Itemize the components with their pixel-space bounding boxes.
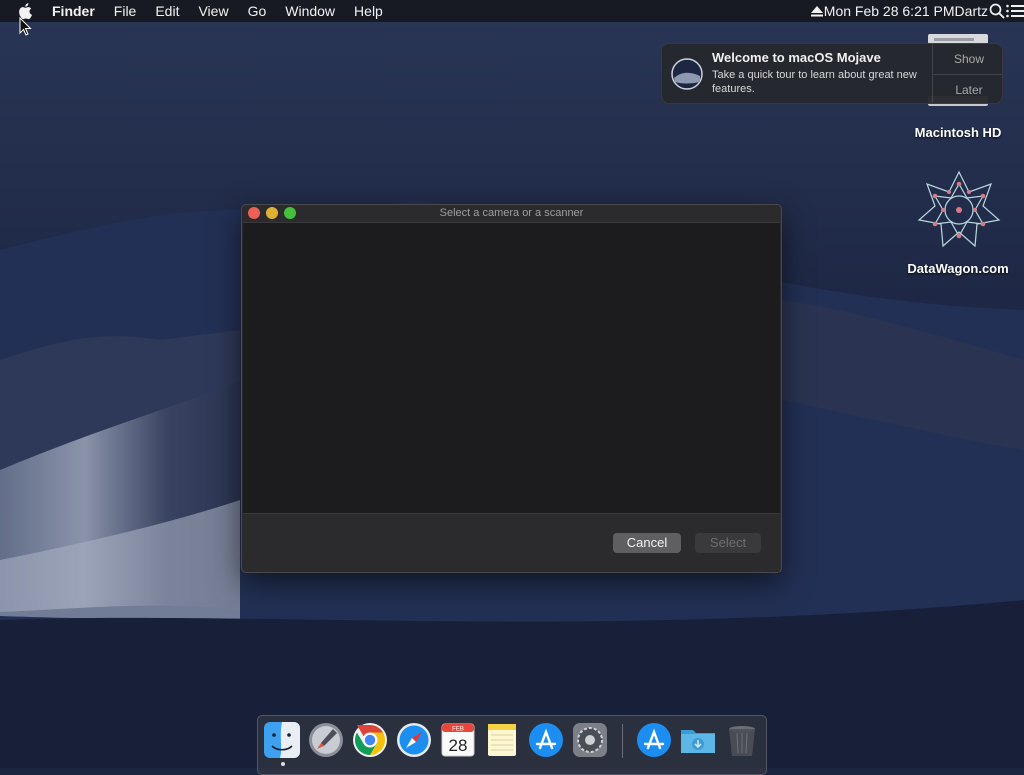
desktop-icon-label-macintosh-hd[interactable]: Macintosh HD [905, 125, 1011, 140]
dialog-title-bar[interactable]: Select a camera or a scanner [242, 205, 781, 222]
notification-center-icon[interactable] [1006, 2, 1024, 20]
dock: FEB 28 [257, 715, 767, 775]
menu-go[interactable]: Go [248, 0, 267, 22]
app-store-icon[interactable] [527, 721, 565, 759]
notification-title: Welcome to macOS Mojave [712, 50, 881, 65]
desktop-icon-label-datawagon[interactable]: DataWagon.com [898, 261, 1018, 276]
calendar-day: 28 [449, 736, 468, 755]
notification-show-button[interactable]: Show [933, 44, 1002, 74]
finder-running-indicator [281, 762, 285, 766]
mouse-cursor-icon [19, 17, 32, 36]
calendar-icon[interactable]: FEB 28 [439, 721, 477, 759]
menu-finder[interactable]: Finder [52, 0, 95, 22]
dialog-title: Select a camera or a scanner [439, 207, 584, 219]
menu-edit[interactable]: Edit [155, 0, 179, 22]
cancel-button[interactable]: Cancel [613, 533, 681, 553]
menubar-user[interactable]: Dartz [955, 3, 988, 19]
camera-scanner-dialog: Select a camera or a scanner Cancel Sele… [241, 204, 782, 573]
menu-file[interactable]: File [114, 0, 137, 22]
menu-view[interactable]: View [198, 0, 228, 22]
welcome-notification[interactable]: Welcome to macOS Mojave Take a quick tou… [661, 43, 1003, 104]
macos-mojave-icon [671, 58, 703, 90]
eject-icon[interactable] [810, 4, 824, 18]
app-store-download-icon[interactable] [635, 721, 673, 759]
safari-icon[interactable] [395, 721, 433, 759]
chrome-icon[interactable] [351, 721, 389, 759]
menubar-clock[interactable]: Mon Feb 28 6:21 PM [824, 3, 955, 19]
notification-later-button[interactable]: Later [933, 74, 1002, 103]
dock-separator [622, 724, 623, 758]
calendar-month: FEB [452, 727, 464, 733]
launchpad-icon[interactable] [307, 721, 345, 759]
notes-icon[interactable] [483, 721, 521, 759]
spotlight-search-icon[interactable] [988, 2, 1006, 20]
trash-icon[interactable] [723, 721, 761, 759]
system-preferences-icon[interactable] [571, 721, 609, 759]
notification-body: Take a quick tour to learn about great n… [712, 69, 917, 95]
device-list[interactable] [243, 222, 780, 514]
finder-icon[interactable] [263, 721, 301, 759]
menu-bar: Finder File Edit View Go Window Help Mon… [0, 0, 1024, 22]
downloads-folder-icon[interactable] [679, 721, 717, 759]
menu-help[interactable]: Help [354, 0, 383, 22]
notification-actions: Show Later [932, 44, 1002, 103]
menu-window[interactable]: Window [285, 0, 335, 22]
geometric-star-icon[interactable] [917, 170, 1001, 250]
select-button[interactable]: Select [695, 533, 761, 553]
